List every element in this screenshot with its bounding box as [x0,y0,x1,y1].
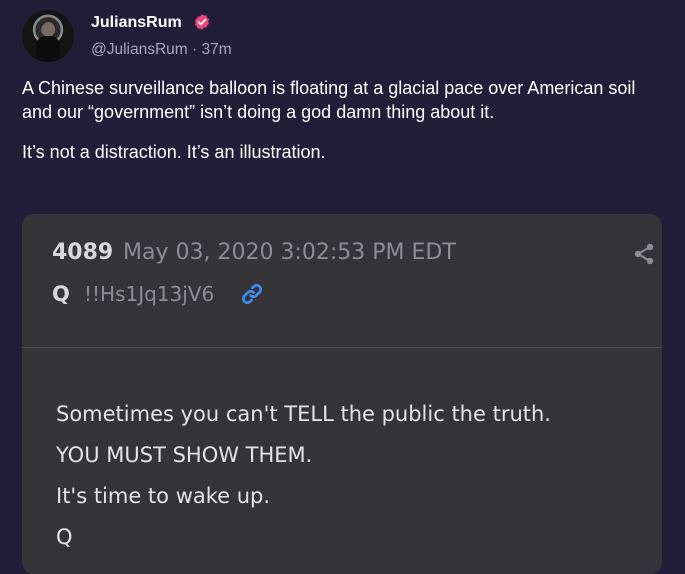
quote-tripcode: !!Hs1Jq13jV6 [84,282,215,306]
avatar[interactable] [22,10,74,62]
post-body: A Chinese surveillance balloon is floati… [22,76,662,180]
share-icon[interactable] [632,242,656,266]
post-paragraph: It’s not a distraction. It’s an illustra… [22,142,326,162]
quote-line: It's time to wake up. [56,484,271,508]
avatar-head [42,22,55,37]
quote-body: Sometimes you can't TELL the public the … [56,394,551,558]
quote-divider [22,347,662,348]
quote-signature: Q [52,282,70,306]
quote-line: YOU MUST SHOW THEM. [56,443,313,467]
avatar-figure [36,36,60,62]
quote-post-date: May 03, 2020 3:02:53 PM EDT [123,240,456,265]
author-handle[interactable]: @JuliansRum [91,41,188,58]
quoted-post-card[interactable]: 4089 May 03, 2020 3:02:53 PM EDT Q !!Hs1… [22,214,662,574]
meta-separator: · [192,41,198,58]
social-post: JuliansRum @JuliansRum · 37m A Chinese s… [0,0,685,574]
link-icon[interactable] [240,282,264,306]
quote-line: Sometimes you can't TELL the public the … [56,402,551,426]
post-paragraph: A Chinese surveillance balloon is floati… [22,78,636,122]
author-display-name[interactable]: JuliansRum [91,14,182,32]
quote-post-number: 4089 [52,240,114,265]
verified-badge-icon [194,14,210,30]
quote-line: Q [56,525,73,549]
post-time[interactable]: 37m [202,41,232,58]
author-meta: @JuliansRum · 37m [91,41,232,59]
